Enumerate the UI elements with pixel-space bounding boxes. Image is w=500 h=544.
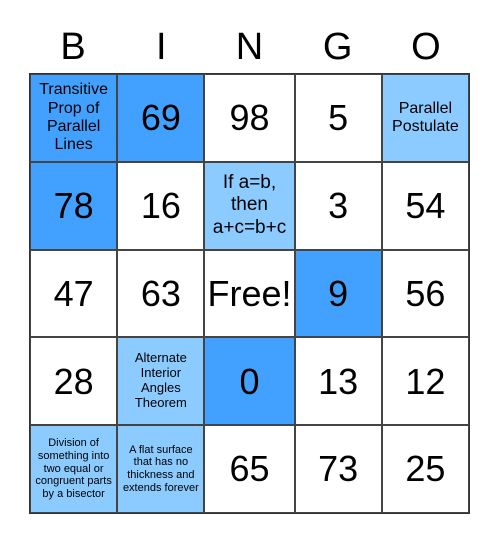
header-letter-g: G [322,26,353,68]
bingo-header: B I N G O [29,22,470,72]
bingo-cell[interactable]: 16 [117,161,205,250]
bingo-cell[interactable]: 73 [294,425,382,513]
bingo-cell[interactable]: 28 [30,337,118,426]
bingo-cell[interactable]: 47 [30,249,118,338]
bingo-cell[interactable]: 9 [294,249,382,338]
bingo-cell[interactable]: Transitive Prop of Parallel Lines [30,74,118,162]
header-letter-b: B [60,26,86,68]
bingo-cell[interactable]: If a=b, then a+c=b+c [204,161,295,250]
bingo-cell[interactable]: Parallel Postulate [381,74,469,162]
bingo-card: Transitive Prop of Parallel Lines 69 98 5 Pa… [29,73,470,514]
header-letter-o: O [411,26,441,68]
bingo-cell[interactable]: 5 [294,74,382,162]
bingo-cell[interactable]: A flat surface that has no thickness and… [117,425,205,513]
bingo-cell[interactable]: 78 [30,161,118,250]
bingo-cell[interactable]: 12 [381,337,469,426]
header-letter-i: I [156,26,167,68]
bingo-cell[interactable]: 98 [204,74,295,162]
bingo-cell[interactable]: 3 [294,161,382,250]
bingo-cell[interactable]: Alternate Interior Angles Theorem [117,337,205,426]
bingo-cell[interactable]: 65 [204,425,295,513]
bingo-cell[interactable]: Free! [204,249,295,338]
bingo-cell[interactable]: 56 [381,249,469,338]
bingo-cell[interactable]: 0 [204,337,295,426]
bingo-cell[interactable]: 54 [381,161,469,250]
bingo-cell[interactable]: 25 [381,425,469,513]
bingo-cell[interactable]: Division of something into two equal or … [30,425,118,513]
header-letter-n: N [235,26,264,68]
bingo-cell[interactable]: 63 [117,249,205,338]
bingo-cell[interactable]: 13 [294,337,382,426]
bingo-cell[interactable]: 69 [117,74,205,162]
